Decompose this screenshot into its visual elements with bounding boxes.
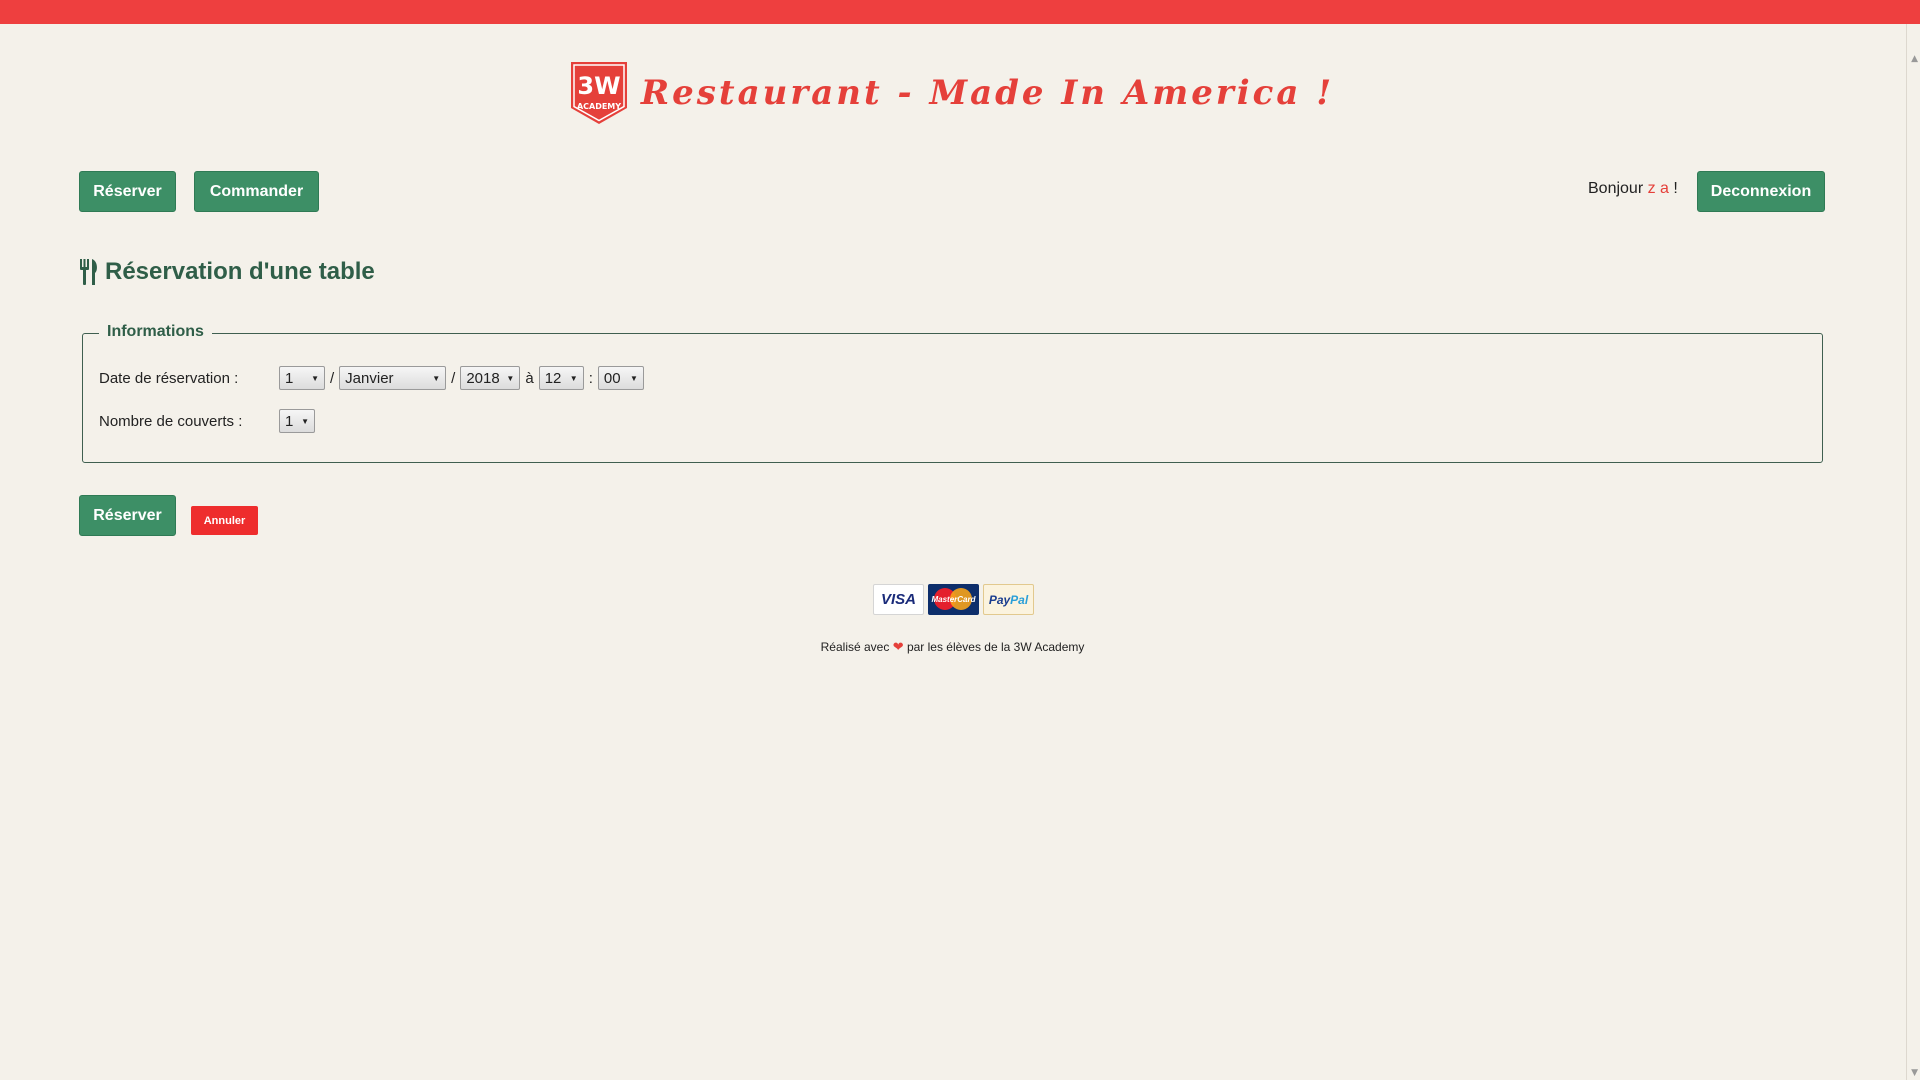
site-title: Restaurant - Made In America ! [640,73,1335,113]
username: z a [1647,180,1669,197]
fieldset-legend: Informations [99,323,212,341]
payment-methods: VISA MasterCard Pay Pal [873,584,1034,615]
nav-reserve-button[interactable]: Réserver [79,171,176,212]
chevron-down-icon: ▼ [301,416,309,426]
day-select[interactable]: 1 ▼ [279,366,325,390]
covers-row: Nombre de couverts : 1 ▼ [99,409,315,433]
day-select-value: 1 [285,369,294,387]
credits-suffix: par les élèves de la 3W Academy [906,640,1085,654]
scroll-up-arrow-icon[interactable]: ▲ [1911,54,1918,64]
mastercard-logo-text: MasterCard [931,595,976,604]
cancel-button[interactable]: Annuler [191,506,258,535]
greeting-prefix: Bonjour [1588,180,1644,197]
greeting-suffix: ! [1673,180,1678,197]
minute-select-value: 00 [603,369,621,387]
time-separator: : [588,369,593,387]
hour-select[interactable]: 12 ▼ [538,366,584,390]
covers-select-value: 1 [285,412,294,430]
date-label: Date de réservation : [99,369,239,387]
month-select-value: Janvier [345,369,394,387]
footer-credits: Réalisé avec ❤ par les élèves de la 3W A… [0,639,1905,655]
covers-select[interactable]: 1 ▼ [279,409,315,433]
chevron-down-icon: ▼ [569,373,578,383]
covers-label: Nombre de couverts : [99,412,243,430]
date-separator: / [451,369,456,387]
site-header: 3W ACADEMY Restaurant - Made In America … [0,60,1905,126]
chevron-down-icon: ▼ [506,373,515,383]
time-at-label: à [525,369,534,387]
visa-logo: VISA [873,584,924,615]
date-row: Date de réservation : 1 ▼ / Janvier ▼ / 20… [99,366,644,390]
chevron-down-icon: ▼ [432,373,441,383]
cutlery-icon [80,259,97,285]
chevron-down-icon: ▼ [629,373,638,383]
year-select[interactable]: 2018 ▼ [460,366,521,390]
credits-prefix: Réalisé avec [820,640,890,654]
mastercard-logo: MasterCard [928,584,979,615]
logo-bottom-text: ACADEMY [577,102,621,111]
year-select-value: 2018 [466,369,500,387]
month-select[interactable]: Janvier ▼ [339,366,447,390]
page-title: Réservation d'une table [79,258,375,286]
nav-order-button[interactable]: Commander [194,171,319,212]
hour-select-value: 12 [544,369,562,387]
chevron-down-icon: ▼ [311,373,319,383]
submit-reserve-button[interactable]: Réserver [79,495,176,536]
user-greeting: Bonjour z a ! [1588,180,1678,198]
minute-select[interactable]: 00 ▼ [597,366,644,390]
paypal-logo: Pay Pal [983,584,1034,615]
reservation-fieldset: Informations Date de réservation : 1 ▼ / … [82,323,1823,463]
top-bar [0,0,1920,24]
academy-logo[interactable]: 3W ACADEMY [570,62,627,124]
date-separator: / [330,369,335,387]
logo-top-text: 3W [577,72,620,100]
vertical-scrollbar[interactable]: ▲ ▼ [1906,24,1920,1080]
heart-icon: ❤ [892,639,904,654]
page-title-text: Réservation d'une table [105,258,375,285]
scroll-down-arrow-icon[interactable]: ▼ [1911,1068,1918,1078]
logout-button[interactable]: Deconnexion [1697,171,1825,212]
